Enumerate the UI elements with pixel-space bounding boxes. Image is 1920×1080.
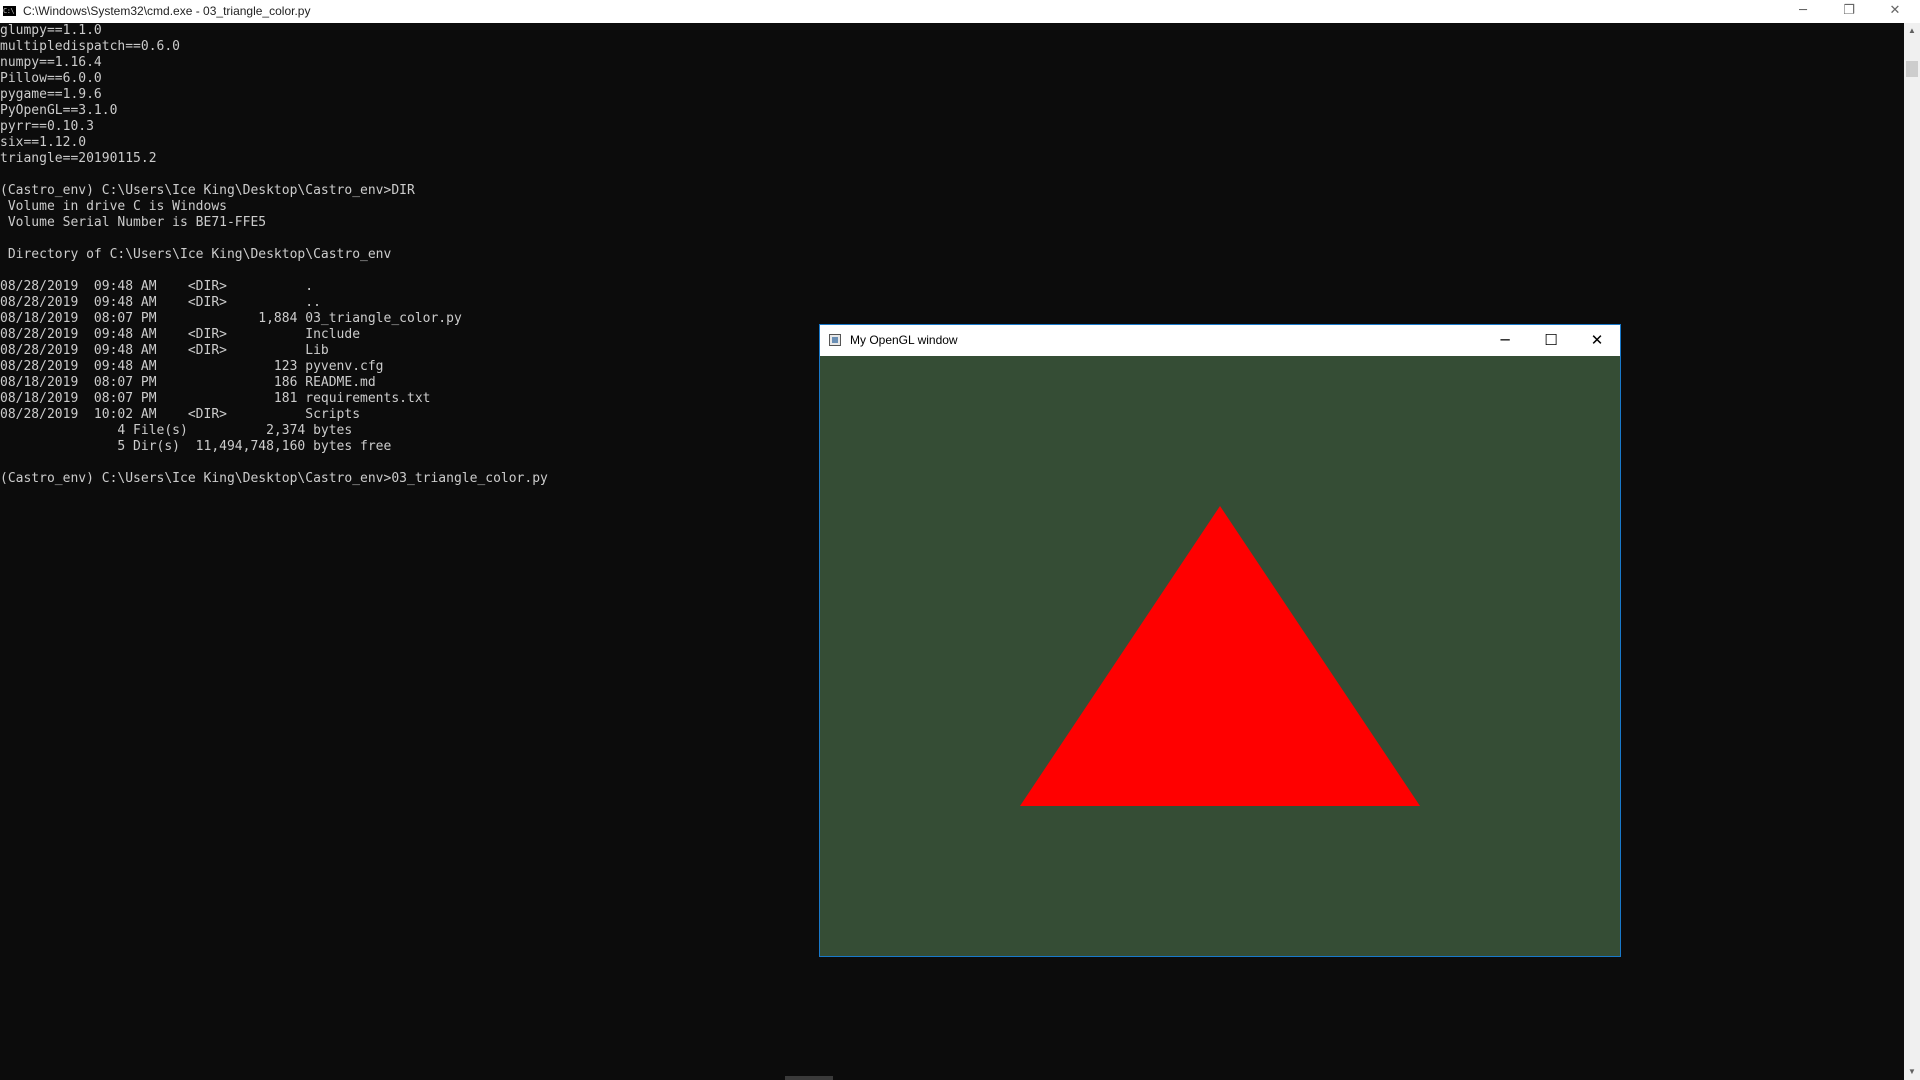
console-line: Pillow==6.0.0 [0, 71, 102, 86]
opengl-window-icon [829, 334, 841, 346]
console-line: six==1.12.0 [0, 135, 87, 150]
cmd-restore-button[interactable]: ❐ [1826, 0, 1872, 23]
cmd-window-title: C:\Windows\System32\cmd.exe - 03_triangl… [23, 4, 311, 18]
console-line: 08/28/2019 09:48 AM <DIR> . [0, 279, 314, 294]
scrollbar-thumb[interactable] [1906, 61, 1918, 77]
cmd-app-icon: C:\ [3, 6, 16, 16]
console-line: PyOpenGL==3.1.0 [0, 103, 118, 118]
console-line: triangle==20190115.2 [0, 151, 157, 166]
console-line: Volume in drive C is Windows [0, 199, 227, 214]
console-line: Volume Serial Number is BE71-FFE5 [0, 215, 267, 230]
opengl-titlebar[interactable]: My OpenGL window ─ ☐ ✕ [820, 325, 1620, 356]
scroll-up-arrow-icon[interactable]: ▲ [1904, 23, 1920, 39]
opengl-window-title: My OpenGL window [850, 333, 958, 347]
console-scrollbar[interactable]: ▲ ▼ [1904, 23, 1920, 1080]
console-line: 08/28/2019 09:48 AM <DIR> .. [0, 295, 321, 310]
console-line: (Castro_env) C:\Users\Ice King\Desktop\C… [0, 183, 415, 198]
opengl-minimize-button[interactable]: ─ [1482, 325, 1528, 356]
cmd-minimize-button[interactable]: ─ [1780, 0, 1826, 23]
horizontal-scroll-indicator [785, 1076, 833, 1080]
console-line: multipledispatch==0.6.0 [0, 39, 181, 54]
cmd-close-button[interactable]: ✕ [1872, 0, 1918, 23]
opengl-canvas[interactable] [820, 356, 1620, 956]
console-line: pygame==1.9.6 [0, 87, 102, 102]
opengl-close-button[interactable]: ✕ [1574, 325, 1620, 356]
opengl-window[interactable]: My OpenGL window ─ ☐ ✕ [819, 324, 1621, 957]
opengl-maximize-button[interactable]: ☐ [1528, 325, 1574, 356]
console-line: Directory of C:\Users\Ice King\Desktop\C… [0, 247, 392, 262]
console-line: glumpy==1.1.0 [0, 23, 102, 38]
console-line: pyrr==0.10.3 [0, 119, 94, 134]
console-line: numpy==1.16.4 [0, 55, 102, 70]
scroll-down-arrow-icon[interactable]: ▼ [1904, 1064, 1920, 1080]
cmd-titlebar[interactable]: C:\ C:\Windows\System32\cmd.exe - 03_tri… [0, 0, 1920, 23]
